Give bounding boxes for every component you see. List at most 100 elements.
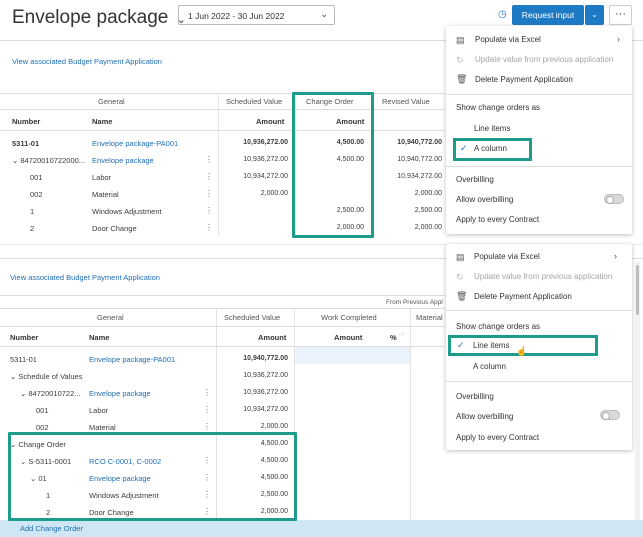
cursor-hand-icon: ☝	[516, 346, 528, 356]
row-number: 2	[30, 224, 35, 233]
row-number: 5311-01	[12, 139, 40, 148]
row-name: Material	[92, 190, 119, 199]
refresh-icon: ↻	[456, 272, 464, 282]
row-scheduled: 10,936,272.00	[243, 139, 288, 146]
row-number: 001	[30, 173, 43, 182]
menu-divider	[446, 310, 632, 311]
group-scheduled-value: Scheduled Value	[224, 313, 281, 322]
chevron-down-icon[interactable]: ⌄	[20, 389, 26, 398]
table-divider	[0, 295, 445, 296]
row-menu-icon[interactable]: ⋮	[205, 155, 213, 164]
request-input-button[interactable]: Request input	[512, 5, 584, 25]
scrollbar-thumb[interactable]	[636, 265, 639, 315]
col-number: Number	[12, 117, 41, 126]
row-number: 001	[36, 406, 49, 415]
refresh-icon: ↻	[456, 55, 464, 65]
row-number: ⌄ 84720010722...	[20, 389, 81, 398]
checkmark-icon: ✓	[457, 340, 465, 350]
row-revised: 2,000.00	[414, 190, 442, 197]
request-input-dropdown-button[interactable]: ⌄	[585, 5, 604, 25]
view-budget-link-bottom[interactable]: View associated Budget Payment Applicati…	[10, 273, 160, 282]
chevron-right-icon: ›	[617, 34, 620, 44]
menu-section-show-co: Show change orders as	[456, 322, 541, 331]
options-menu-bottom: ▤ Populate via Excel › ↻ Update value fr…	[446, 244, 632, 450]
menu-option-a-column[interactable]: A column	[474, 144, 507, 153]
change-order-rows-highlight	[8, 432, 297, 521]
row-menu-icon[interactable]: ⋮	[203, 405, 211, 414]
row-menu-icon[interactable]: ⋮	[203, 422, 211, 431]
row-revised: 2,500.00	[414, 207, 442, 214]
column-separator	[218, 93, 219, 236]
col-scheduled-amount: Amount	[256, 117, 285, 126]
row-menu-icon[interactable]: ⋮	[205, 206, 213, 215]
col-number: Number	[10, 333, 39, 342]
table-divider	[0, 93, 445, 94]
row-name-link[interactable]: Envelope package-PA001	[92, 139, 178, 148]
page-title: Envelope package ⌄	[12, 7, 186, 28]
row-name-link[interactable]: Envelope package-PA001	[89, 355, 175, 364]
group-revised-value: Revised Value	[382, 97, 430, 106]
menu-option-line-items[interactable]: Line items	[474, 124, 510, 133]
row-menu-icon[interactable]: ⋮	[203, 388, 211, 397]
row-name: Material	[89, 423, 116, 432]
row-number: ⌄ 84720010722000...	[12, 156, 86, 165]
row-revised: 10,940,772.00	[397, 139, 442, 146]
chevron-down-icon[interactable]: ⌄	[12, 156, 18, 165]
add-change-order-link[interactable]: Add Change Order	[20, 524, 83, 533]
table-divider	[0, 109, 445, 110]
row-menu-icon[interactable]: ⋮	[205, 189, 213, 198]
row-scheduled: 10,936,272.00	[243, 156, 288, 163]
table-divider	[0, 308, 445, 309]
chevron-down-icon: ⌄	[320, 9, 328, 19]
menu-option-line-items[interactable]: Line items	[473, 341, 509, 350]
row-revised: 10,940,772.00	[397, 156, 442, 163]
row-name-link[interactable]: Envelope package	[92, 156, 154, 165]
col-scheduled-amount: Amount	[258, 333, 287, 342]
more-icon[interactable]: ···	[398, 331, 405, 338]
menu-section-overbilling: Overbilling	[456, 392, 494, 401]
date-range-select[interactable]: 1 Jun 2022 - 30 Jun 2022 ⌄	[178, 5, 335, 25]
row-number: 5311-01	[10, 355, 37, 364]
group-from-previous: From Previous Appl	[386, 299, 443, 306]
row-name-link[interactable]: Envelope package	[89, 389, 151, 398]
chevron-down-icon[interactable]: ⌄	[10, 372, 16, 381]
view-budget-link[interactable]: View associated Budget Payment Applicati…	[12, 57, 162, 66]
menu-option-a-column[interactable]: A column	[473, 362, 506, 371]
row-name: Door Change	[92, 224, 137, 233]
checkmark-icon: ✓	[460, 143, 468, 153]
add-change-order-row	[0, 520, 643, 537]
col-work-amount: Amount	[334, 333, 363, 342]
menu-populate-excel[interactable]: Populate via Excel	[475, 35, 541, 44]
row-number: 002	[36, 423, 49, 432]
allow-overbilling-toggle[interactable]	[604, 194, 624, 204]
row-menu-icon[interactable]: ⋮	[205, 172, 213, 181]
menu-apply-every-contract[interactable]: Apply to every Contract	[456, 433, 539, 442]
ellipsis-icon: ···	[615, 8, 626, 20]
group-scheduled-value: Scheduled Value	[226, 97, 283, 106]
date-range-value: 1 Jun 2022 - 30 Jun 2022	[188, 11, 285, 21]
row-menu-icon[interactable]: ⋮	[205, 223, 213, 232]
clock-icon[interactable]: ◷	[498, 9, 507, 20]
trash-icon: 🗑	[456, 291, 468, 301]
more-options-button[interactable]: ···	[609, 5, 632, 25]
allow-overbilling-toggle[interactable]	[600, 410, 620, 420]
menu-divider	[446, 381, 632, 382]
row-number: 1	[30, 207, 35, 216]
row-amount: 2,000.00	[260, 423, 288, 430]
row-revised: 10,934,272.00	[397, 173, 442, 180]
menu-apply-every-contract[interactable]: Apply to every Contract	[456, 215, 539, 224]
menu-divider	[446, 94, 632, 95]
toggle-knob	[602, 412, 610, 420]
table-divider	[0, 326, 445, 327]
menu-populate-excel[interactable]: Populate via Excel	[474, 252, 540, 261]
excel-icon: ▤	[456, 35, 465, 45]
menu-delete-application[interactable]: Delete Payment Application	[475, 75, 573, 84]
selected-cell[interactable]	[295, 347, 410, 364]
row-number: ⌄ Schedule of Values	[10, 372, 83, 381]
menu-allow-overbilling: Allow overbilling	[456, 412, 514, 421]
menu-update-previous: Update value from previous application	[475, 55, 614, 64]
menu-section-overbilling: Overbilling	[456, 175, 494, 184]
row-amount: 10,934,272.00	[243, 406, 288, 413]
col-name: Name	[92, 117, 113, 126]
menu-delete-application[interactable]: Delete Payment Application	[474, 292, 572, 301]
